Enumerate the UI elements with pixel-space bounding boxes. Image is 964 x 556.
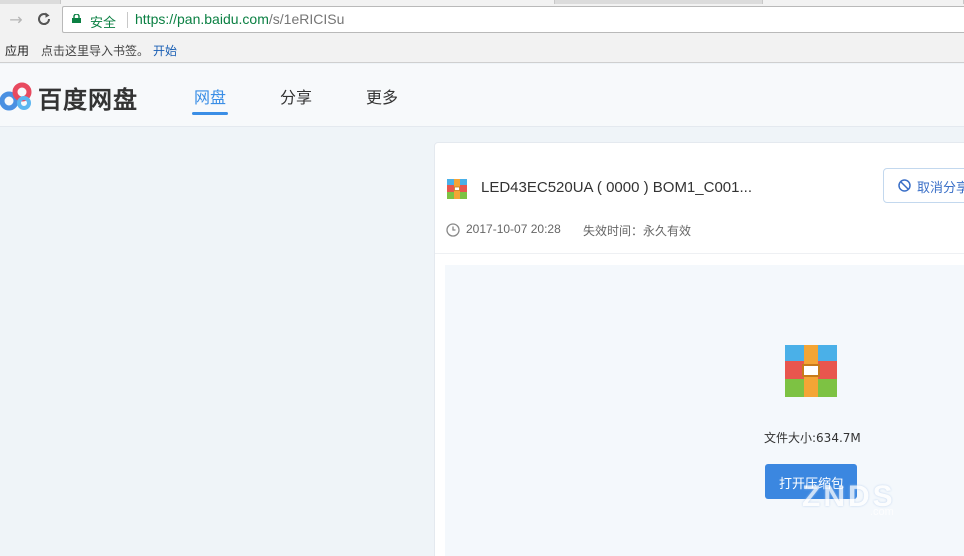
back-arrow-icon[interactable]: → <box>7 11 25 29</box>
url-path: /s/1eRICISu <box>268 11 345 27</box>
omnibox-separator <box>127 12 128 28</box>
nav-item-netdisk[interactable]: 网盘 <box>194 84 226 108</box>
zip-file-icon <box>447 179 467 199</box>
nav-active-underline <box>192 112 228 115</box>
logo-text[interactable]: 百度网盘 <box>38 80 138 115</box>
url-text[interactable]: https://pan.baidu.com/s/1eRICISu <box>135 11 344 27</box>
file-size: 文件大小:634.7M <box>764 431 861 445</box>
bookmark-start-link[interactable]: 开始 <box>153 42 177 59</box>
baidu-pan-logo-icon[interactable] <box>0 81 34 111</box>
browser-toolbar: → 安全 https://pan.baidu.com/s/1eRICISu <box>0 4 964 36</box>
bookmarks-bar: 应用 点击这里导入书签。 开始 <box>0 36 964 63</box>
address-bar[interactable]: 安全 https://pan.baidu.com/s/1eRICISu <box>62 6 964 33</box>
site-header: 百度网盘 网盘 分享 更多 <box>0 64 964 127</box>
lock-icon <box>72 14 81 23</box>
reload-icon[interactable] <box>35 11 53 29</box>
bookmark-apps[interactable]: 应用 <box>5 42 29 59</box>
watermark-suffix: .com <box>870 506 894 518</box>
zip-file-icon <box>785 345 837 397</box>
ban-icon <box>898 179 911 192</box>
secure-label: 安全 <box>90 16 117 31</box>
share-expire: 失效时间：永久有效 <box>583 224 692 238</box>
nav-item-share[interactable]: 分享 <box>280 84 312 108</box>
share-time: 2017-10-07 20:28 <box>466 222 561 236</box>
url-host: https://pan.baidu.com <box>135 11 269 27</box>
file-name[interactable]: LED43EC520UA ( 0000 ) BOM1_C001... <box>481 179 752 196</box>
clock-icon <box>446 223 460 237</box>
card-divider <box>435 253 964 254</box>
nav-item-more[interactable]: 更多 <box>366 84 398 108</box>
bookmark-import-hint: 点击这里导入书签。 <box>41 44 150 58</box>
cancel-share-button[interactable]: 取消分享 <box>883 168 964 203</box>
cancel-share-label: 取消分享 <box>917 181 964 196</box>
